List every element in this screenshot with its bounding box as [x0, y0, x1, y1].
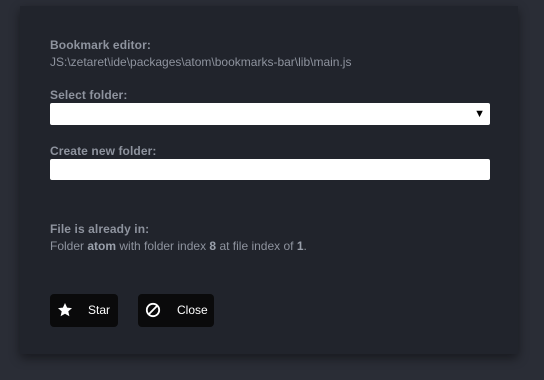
star-button-label: Star	[88, 303, 111, 317]
file-index: 1	[296, 239, 304, 253]
star-button[interactable]: Star	[50, 294, 118, 327]
bookmark-editor-title: Bookmark editor:	[50, 38, 151, 52]
new-folder-input[interactable]	[50, 159, 490, 180]
folder-select[interactable]: ▼	[50, 103, 490, 125]
create-folder-label: Create new folder:	[50, 144, 157, 158]
select-folder-label: Select folder:	[50, 88, 128, 102]
ban-icon	[145, 302, 161, 318]
location-prefix: Folder	[50, 239, 88, 253]
close-button-label: Close	[177, 303, 208, 317]
bookmark-editor-dialog: Bookmark editor: JS:\zetaret\ide\package…	[20, 6, 518, 354]
star-icon	[58, 303, 72, 317]
file-location-label: File is already in:	[50, 222, 150, 236]
folder-name: atom	[87, 239, 117, 253]
location-middle: with folder index	[116, 239, 210, 253]
close-button[interactable]: Close	[138, 294, 214, 327]
file-path: JS:\zetaret\ide\packages\atom\bookmarks-…	[50, 55, 352, 69]
file-location-text: Folder atom with folder index 8 at file …	[50, 239, 307, 253]
location-end: .	[303, 239, 307, 253]
dropdown-arrow-icon: ▼	[474, 108, 485, 120]
location-suffix: at file index of	[216, 239, 297, 253]
